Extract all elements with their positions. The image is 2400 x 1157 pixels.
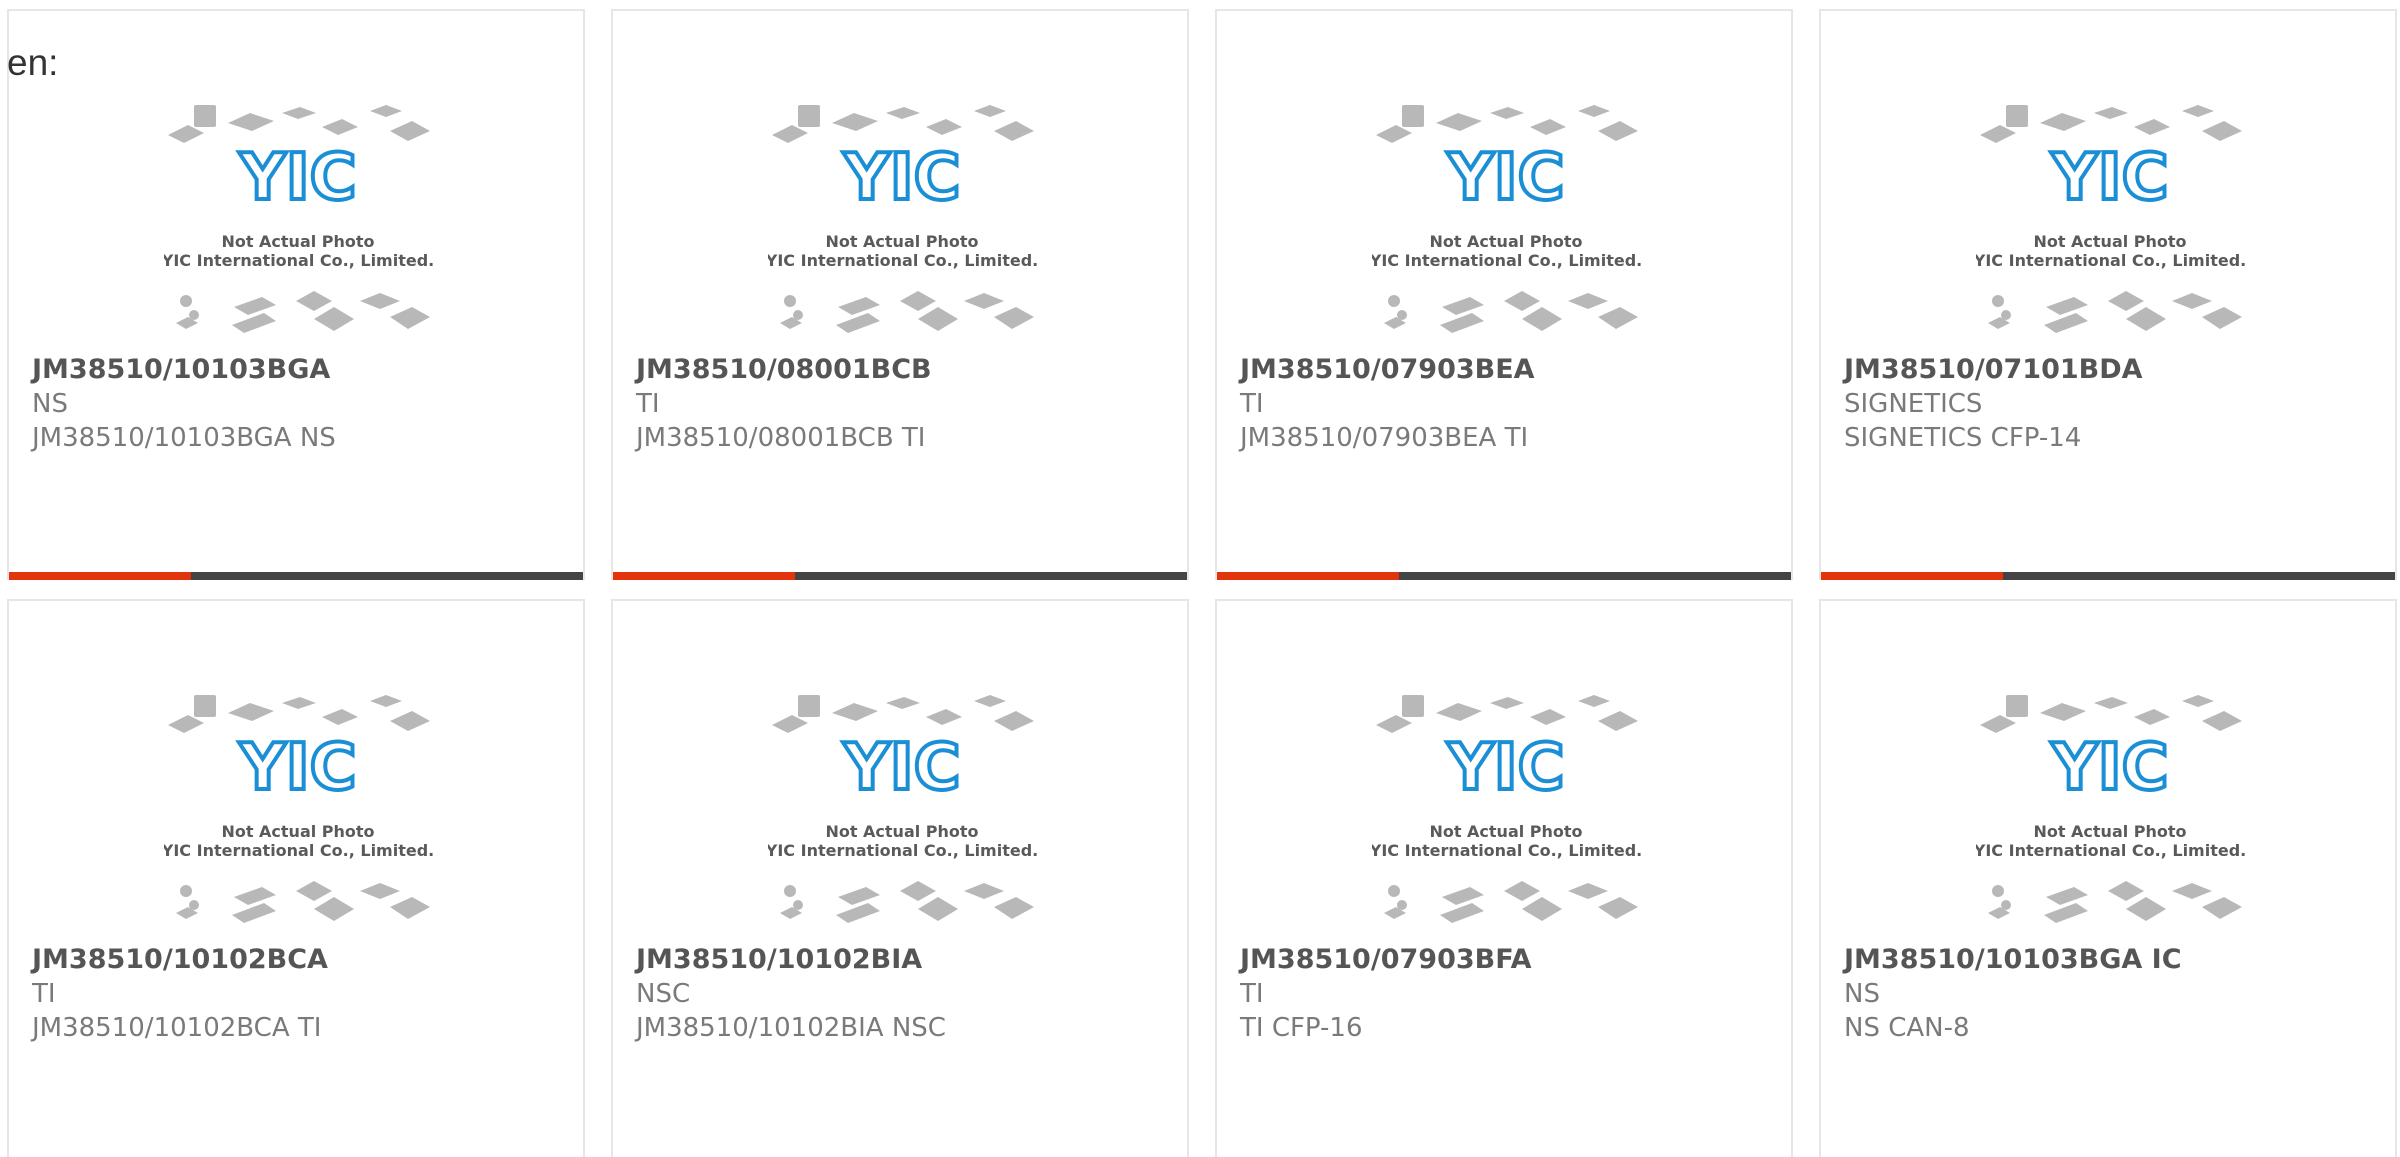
svg-text:YIC: YIC (238, 141, 356, 215)
manufacturer: TI (32, 979, 56, 1009)
manufacturer: NSC (636, 979, 691, 1009)
svg-text:Not Actual Photo: Not Actual Photo (825, 822, 978, 841)
product-card[interactable]: YIC Not Actual Photo YIC International C… (611, 599, 1189, 1157)
product-info: JM38510/10102BIA NSC JM38510/10102BIA NS… (636, 943, 1171, 1045)
product-description: JM38510/10103BGA NS (32, 423, 336, 453)
product-card[interactable]: YIC Not Actual Photo YIC International C… (1819, 9, 2397, 580)
product-image[interactable]: YIC Not Actual Photo YIC International C… (1976, 101, 2246, 341)
product-image[interactable]: YIC Not Actual Photo YIC International C… (768, 101, 1038, 341)
yic-logo-icon: YIC Not Actual Photo YIC International C… (164, 105, 434, 333)
product-card[interactable]: YIC Not Actual Photo YIC International C… (611, 9, 1189, 580)
product-info: JM38510/10103BGA NS JM38510/10103BGA NS (32, 353, 567, 455)
part-number[interactable]: JM38510/07101BDA (1844, 353, 2379, 387)
svg-text:Not Actual Photo: Not Actual Photo (825, 232, 978, 251)
manufacturer: TI (1240, 979, 1264, 1009)
product-card[interactable]: YIC Not Actual Photo YIC International C… (7, 9, 585, 580)
card-accent-bar (1217, 572, 1399, 580)
yic-logo-icon: YIC Not Actual Photo YIC International C… (768, 105, 1038, 333)
svg-text:YIC International Co., Limited: YIC International Co., Limited. (1976, 841, 2246, 860)
part-number[interactable]: JM38510/10102BCA (32, 943, 567, 977)
product-description: JM38510/08001BCB TI (636, 423, 926, 453)
manufacturer: NS (32, 389, 68, 419)
product-info: JM38510/07903BEA TI JM38510/07903BEA TI (1240, 353, 1775, 455)
part-number[interactable]: JM38510/10103BGA (32, 353, 567, 387)
svg-text:YIC International Co., Limited: YIC International Co., Limited. (164, 251, 434, 270)
yic-logo-icon: YIC Not Actual Photo YIC International C… (768, 695, 1038, 923)
card-bottom-bar (1821, 572, 2395, 580)
svg-text:YIC International Co., Limited: YIC International Co., Limited. (768, 251, 1038, 270)
manufacturer: SIGNETICS (1844, 389, 1983, 419)
product-grid: YIC Not Actual Photo YIC International C… (0, 0, 2400, 1157)
yic-logo-icon: YIC Not Actual Photo YIC International C… (1372, 695, 1642, 923)
product-description: JM38510/10102BCA TI (32, 1013, 322, 1043)
part-number[interactable]: JM38510/10102BIA (636, 943, 1171, 977)
product-description: TI CFP-16 (1240, 1013, 1363, 1043)
product-info: JM38510/10102BCA TI JM38510/10102BCA TI (32, 943, 567, 1045)
product-description: JM38510/10102BIA NSC (636, 1013, 946, 1043)
product-image[interactable]: YIC Not Actual Photo YIC International C… (1372, 691, 1642, 931)
product-image[interactable]: YIC Not Actual Photo YIC International C… (1372, 101, 1642, 341)
card-accent-bar (613, 572, 795, 580)
product-image[interactable]: YIC Not Actual Photo YIC International C… (164, 691, 434, 931)
svg-text:YIC: YIC (2050, 141, 2168, 215)
product-info: JM38510/10103BGA IC NS NS CAN-8 (1844, 943, 2379, 1045)
language-label: en: (7, 42, 59, 83)
card-bottom-bar (613, 572, 1187, 580)
product-image[interactable]: YIC Not Actual Photo YIC International C… (1976, 691, 2246, 931)
svg-text:Not Actual Photo: Not Actual Photo (221, 822, 374, 841)
card-bottom-bar (9, 572, 583, 580)
yic-logo-icon: YIC Not Actual Photo YIC International C… (164, 695, 434, 923)
svg-text:Not Actual Photo: Not Actual Photo (2033, 822, 2186, 841)
svg-text:YIC International Co., Limited: YIC International Co., Limited. (1372, 251, 1642, 270)
svg-text:YIC: YIC (842, 141, 960, 215)
product-card[interactable]: YIC Not Actual Photo YIC International C… (1215, 9, 1793, 580)
part-number[interactable]: JM38510/08001BCB (636, 353, 1171, 387)
svg-text:YIC: YIC (1446, 731, 1564, 805)
yic-logo-icon: YIC Not Actual Photo YIC International C… (1976, 695, 2246, 923)
card-bottom-bar (1217, 572, 1791, 580)
card-accent-bar (9, 572, 191, 580)
svg-text:YIC International Co., Limited: YIC International Co., Limited. (768, 841, 1038, 860)
yic-logo-icon: YIC Not Actual Photo YIC International C… (1976, 105, 2246, 333)
manufacturer: TI (636, 389, 660, 419)
part-number[interactable]: JM38510/07903BFA (1240, 943, 1775, 977)
product-image[interactable]: YIC Not Actual Photo YIC International C… (164, 101, 434, 341)
product-info: JM38510/07101BDA SIGNETICS SIGNETICS CFP… (1844, 353, 2379, 455)
product-image[interactable]: YIC Not Actual Photo YIC International C… (768, 691, 1038, 931)
product-info: JM38510/07903BFA TI TI CFP-16 (1240, 943, 1775, 1045)
svg-text:YIC International Co., Limited: YIC International Co., Limited. (164, 841, 434, 860)
svg-text:YIC: YIC (238, 731, 356, 805)
part-number[interactable]: JM38510/07903BEA (1240, 353, 1775, 387)
product-info: JM38510/08001BCB TI JM38510/08001BCB TI (636, 353, 1171, 455)
svg-text:Not Actual Photo: Not Actual Photo (1429, 822, 1582, 841)
product-description: SIGNETICS CFP-14 (1844, 423, 2082, 453)
yic-logo-icon: YIC Not Actual Photo YIC International C… (1372, 105, 1642, 333)
svg-text:YIC: YIC (1446, 141, 1564, 215)
svg-text:Not Actual Photo: Not Actual Photo (1429, 232, 1582, 251)
manufacturer: TI (1240, 389, 1264, 419)
svg-text:Not Actual Photo: Not Actual Photo (221, 232, 374, 251)
svg-text:YIC: YIC (2050, 731, 2168, 805)
product-description: NS CAN-8 (1844, 1013, 1970, 1043)
svg-text:YIC: YIC (842, 731, 960, 805)
svg-text:YIC International Co., Limited: YIC International Co., Limited. (1372, 841, 1642, 860)
product-description: JM38510/07903BEA TI (1240, 423, 1529, 453)
card-accent-bar (1821, 572, 2003, 580)
svg-text:YIC International Co., Limited: YIC International Co., Limited. (1976, 251, 2246, 270)
manufacturer: NS (1844, 979, 1880, 1009)
product-card[interactable]: YIC Not Actual Photo YIC International C… (1819, 599, 2397, 1157)
part-number[interactable]: JM38510/10103BGA IC (1844, 943, 2379, 977)
svg-text:Not Actual Photo: Not Actual Photo (2033, 232, 2186, 251)
product-card[interactable]: YIC Not Actual Photo YIC International C… (7, 599, 585, 1157)
product-card[interactable]: YIC Not Actual Photo YIC International C… (1215, 599, 1793, 1157)
